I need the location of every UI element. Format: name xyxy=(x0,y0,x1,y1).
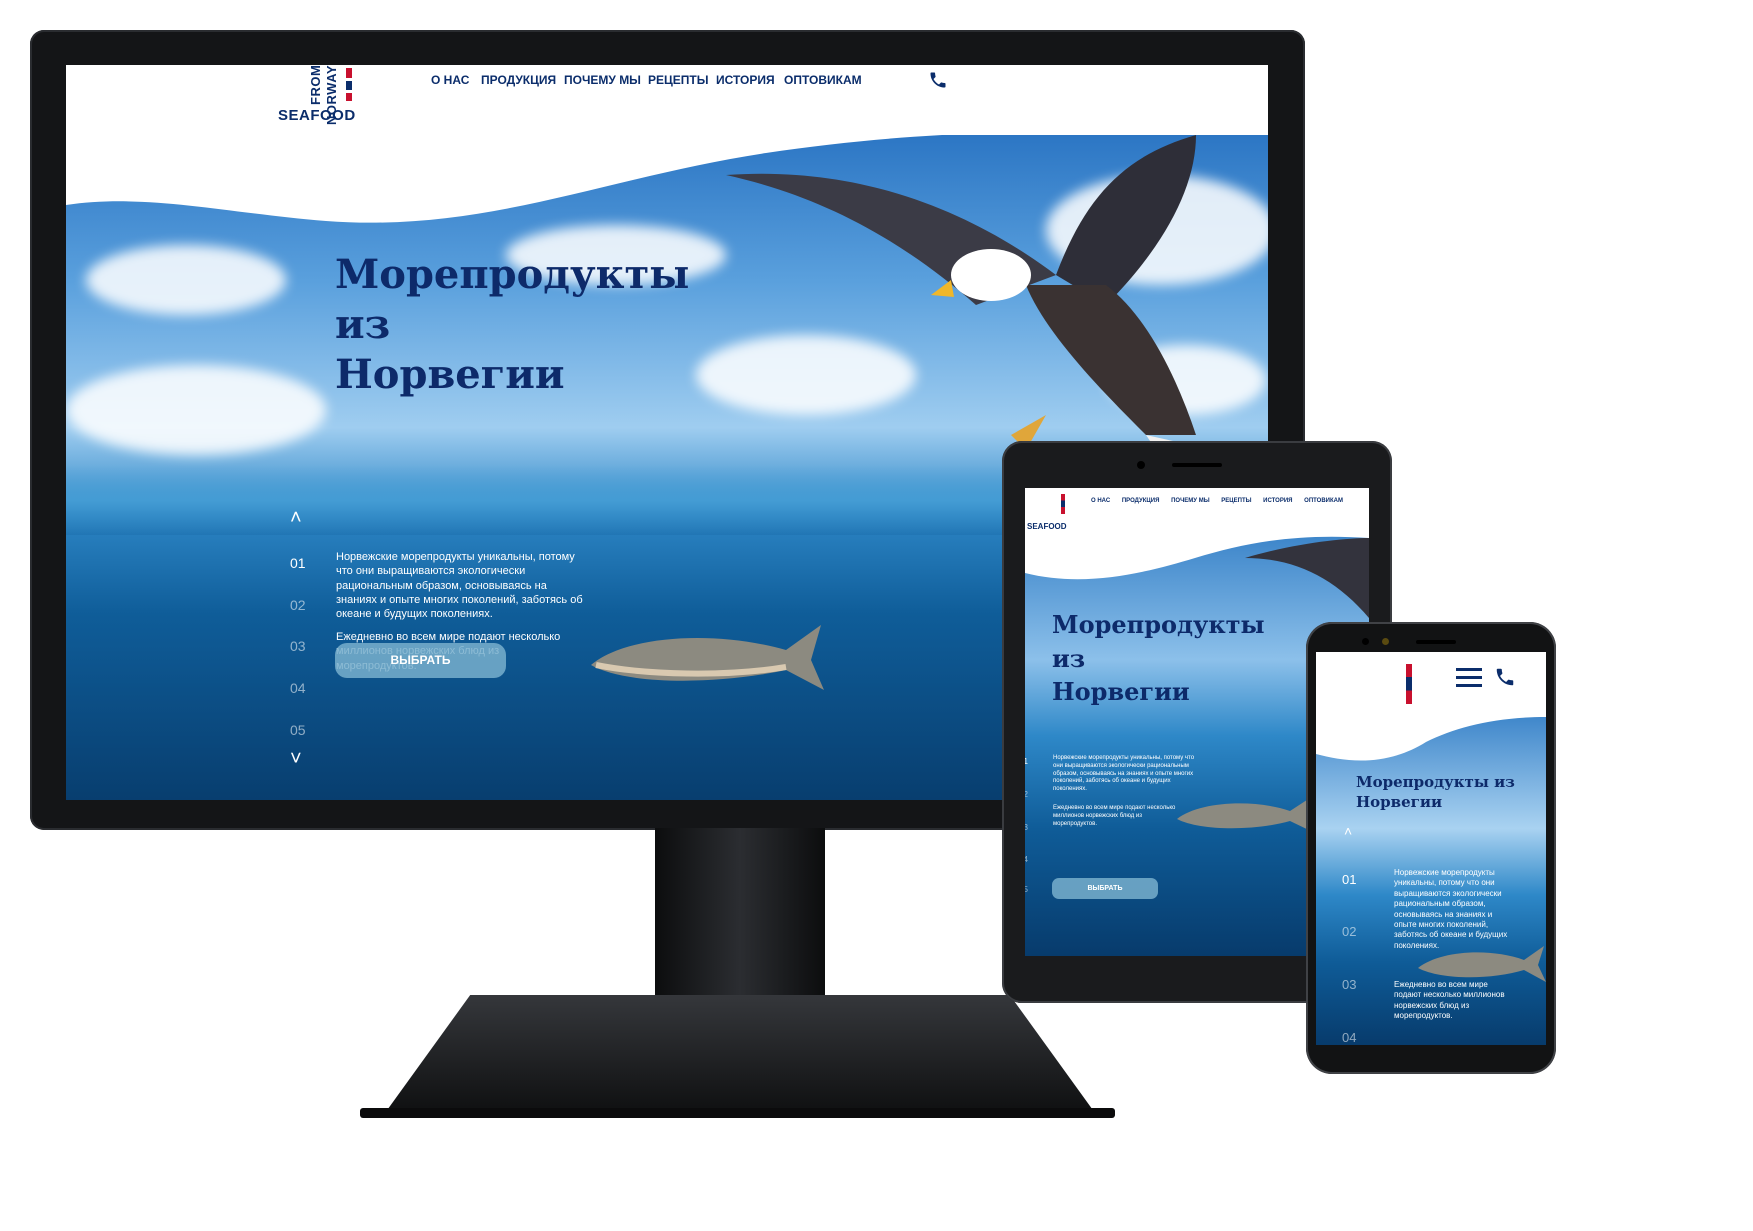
phone-icon[interactable] xyxy=(928,70,948,90)
monitor-stand-base xyxy=(385,995,1095,1113)
slide-number-01[interactable]: 01 xyxy=(290,555,306,571)
slide-down-arrow[interactable]: ˅ xyxy=(290,749,302,769)
phone-slide-number-04[interactable]: 04 xyxy=(1342,1030,1356,1045)
hamburger-icon[interactable] xyxy=(1456,668,1482,688)
tablet-slide-number-02[interactable]: 02 xyxy=(1025,790,1028,799)
hero-title-line-3: Норвегии xyxy=(335,351,565,398)
phone-slide-number-01[interactable]: 01 xyxy=(1342,872,1356,887)
tablet-eagle-wing xyxy=(1245,538,1369,618)
phone-camera xyxy=(1362,638,1369,645)
tablet-hero-title-line-3: Норвегии xyxy=(1052,677,1190,707)
slide-number-04[interactable]: 04 xyxy=(290,680,306,696)
tablet-hero-title: Морепродукты из Норвегии xyxy=(1052,608,1265,709)
slide-up-arrow[interactable]: ˄ xyxy=(290,508,302,528)
logo-word-norway: NORWAY xyxy=(324,65,339,125)
tablet-hero-paragraph-1: Норвежские морепродукты уникальны, потом… xyxy=(1053,755,1195,793)
tablet-logo-seafood: SEAFOOD xyxy=(1027,522,1067,531)
phone-hero: Морепродукты из Норвегии ˄ 01 02 03 04 Н… xyxy=(1316,712,1546,1045)
tablet-nav: О НАС ПРОДУКЦИЯ ПОЧЕМУ МЫ РЕЦЕПТЫ ИСТОРИ… xyxy=(1091,498,1343,504)
phone-call-icon[interactable] xyxy=(1494,666,1516,688)
logo-word-seafood: SEAFOOD xyxy=(278,107,356,124)
slide-number-05[interactable]: 05 xyxy=(290,722,306,738)
tablet-choose-button[interactable]: ВЫБРАТЬ xyxy=(1052,878,1158,899)
tablet-nav-item-wholesale[interactable]: ОПТОВИКАМ xyxy=(1304,498,1343,504)
monitor-stand-neck xyxy=(655,828,825,1003)
hero-title: Морепродукты из Норвегии xyxy=(335,250,689,400)
phone-hero-title-line-1: Морепродукты из xyxy=(1356,773,1515,791)
tablet-slide-number-01[interactable]: 01 xyxy=(1025,757,1028,766)
phone-screen: SEAFOOD Морепродукты из Норвегии ˄ 01 02… xyxy=(1316,652,1546,1045)
tablet-nav-item-recipes[interactable]: РЕЦЕПТЫ xyxy=(1221,498,1251,504)
slide-number-02[interactable]: 02 xyxy=(290,597,306,613)
phone-hero-title-line-2: Норвегии xyxy=(1356,793,1443,812)
logo-word-from: FROM xyxy=(308,65,323,105)
phone-hero-paragraph-1: Норвежские морепродукты уникальны, потом… xyxy=(1394,868,1508,950)
phone-logo-flag xyxy=(1406,664,1412,704)
brand-logo[interactable]: SEAFOOD FROM NORWAY xyxy=(278,65,358,135)
phone-slide-number-03[interactable]: 03 xyxy=(1342,977,1356,992)
tablet-nav-item-history[interactable]: ИСТОРИЯ xyxy=(1263,498,1292,504)
phone-sensor xyxy=(1382,638,1389,645)
hero-title-line-2: из xyxy=(335,301,391,348)
tablet-nav-item-about[interactable]: О НАС xyxy=(1091,498,1110,504)
phone-slide-up-arrow[interactable]: ˄ xyxy=(1344,824,1352,838)
phone-hero-title: Морепродукты из Норвегии xyxy=(1356,772,1515,813)
phone-hero-paragraph-2: Ежедневно во всем мире подают несколько … xyxy=(1394,980,1505,1021)
cloud xyxy=(66,365,326,455)
tablet-hero-paragraph-2: Ежедневно во всем мире подают несколько … xyxy=(1053,805,1176,827)
phone-speaker xyxy=(1416,640,1456,644)
nav-item-why-us[interactable]: ПОЧЕМУ МЫ xyxy=(564,73,641,87)
tablet-slide-number-05[interactable]: 05 xyxy=(1025,885,1028,894)
nav-item-history[interactable]: ИСТОРИЯ xyxy=(716,73,775,87)
tablet-slide-number-03[interactable]: 03 xyxy=(1025,823,1028,832)
choose-button[interactable]: ВЫБРАТЬ xyxy=(335,643,506,678)
tablet-hero-title-line-2: из xyxy=(1052,643,1086,673)
salmon-illustration xyxy=(591,625,824,690)
monitor-stand-shadow xyxy=(360,1108,1115,1118)
tablet-nav-item-why-us[interactable]: ПОЧЕМУ МЫ xyxy=(1171,498,1209,504)
slide-number-03[interactable]: 03 xyxy=(290,638,306,654)
nav-item-wholesale[interactable]: ОПТОВИКАМ xyxy=(784,73,862,87)
cloud xyxy=(86,245,286,315)
tablet-camera xyxy=(1137,461,1145,469)
tablet-hero-title-line-1: Морепродукты xyxy=(1052,610,1265,639)
nav-item-products[interactable]: ПРОДУКЦИЯ xyxy=(481,73,556,87)
nav-item-recipes[interactable]: РЕЦЕПТЫ xyxy=(648,73,708,87)
hero-paragraph-1: Норвежские морепродукты уникальны, потом… xyxy=(336,551,583,621)
tablet-nav-item-products[interactable]: ПРОДУКЦИЯ xyxy=(1122,498,1160,504)
tablet-slide-number-04[interactable]: 04 xyxy=(1025,855,1028,864)
hero-title-line-1: Морепродукты xyxy=(335,251,690,298)
tablet-logo-flag xyxy=(1061,494,1065,514)
tablet-speaker xyxy=(1172,463,1222,467)
phone-slide-number-02[interactable]: 02 xyxy=(1342,924,1356,939)
nav-item-about[interactable]: О НАС xyxy=(431,73,469,87)
tablet-salmon xyxy=(1177,796,1315,833)
